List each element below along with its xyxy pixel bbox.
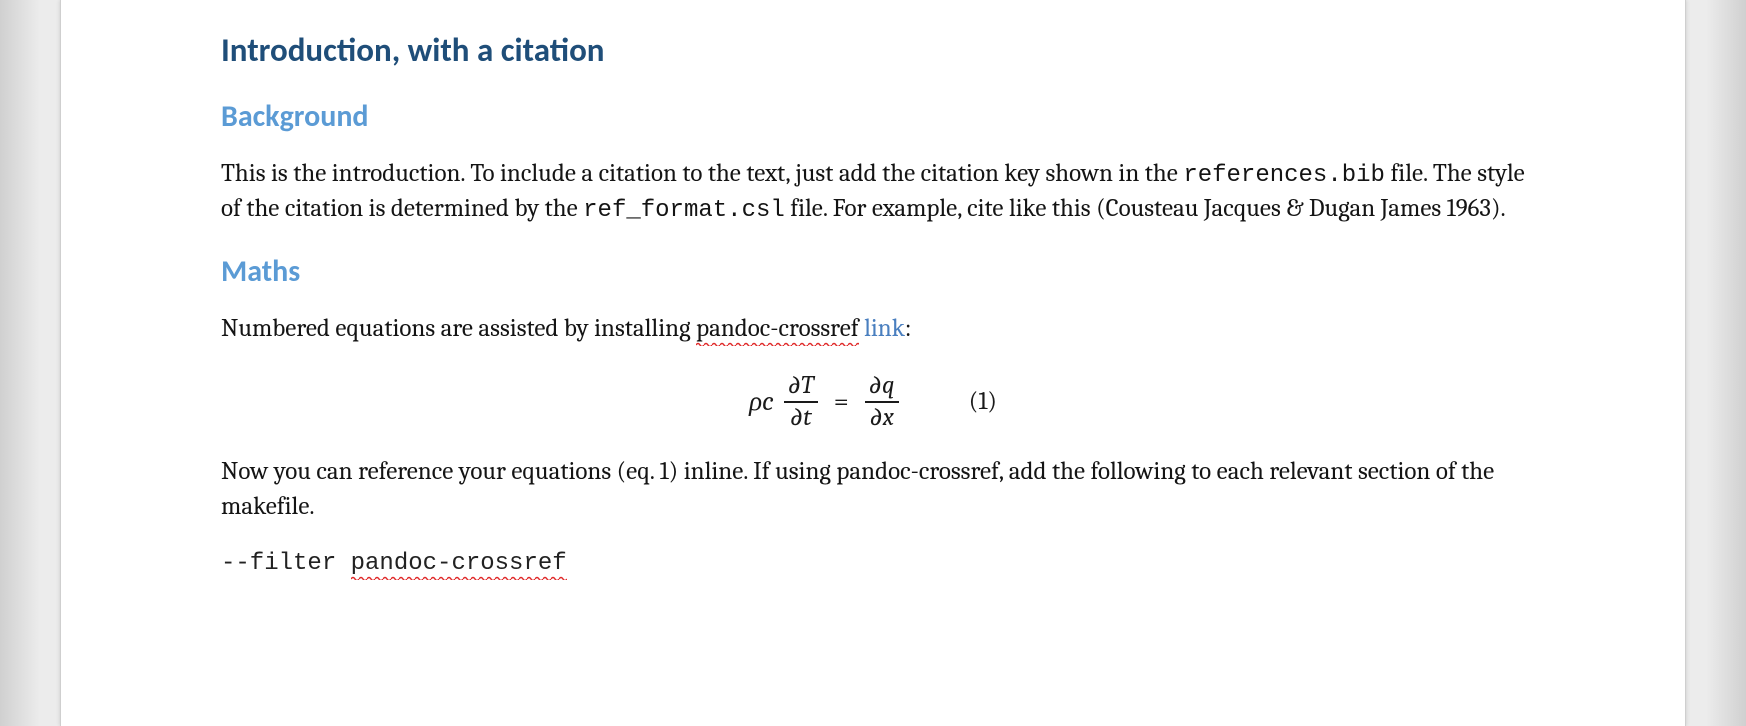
text-run: This is the introduction. To include a c…: [221, 159, 1183, 188]
heading-2-background: Background: [221, 98, 1525, 135]
eq-frac1-num: ∂T: [784, 373, 818, 399]
document-page: Introduction, with a citation Background…: [60, 0, 1686, 726]
equation-number: (1): [969, 387, 997, 416]
eq-frac1-den: ∂t: [786, 405, 816, 431]
code-filename-references: references.bib: [1183, 162, 1385, 189]
text-run: Numbered equations are assisted by insta…: [221, 314, 696, 343]
text-run: :: [905, 314, 912, 343]
paragraph-maths-followup: Now you can reference your equations (eq…: [221, 455, 1525, 524]
eq-frac2-num: ∂q: [865, 373, 899, 399]
paragraph-maths-intro: Numbered equations are assisted by insta…: [221, 312, 1525, 347]
eq-fraction-1: ∂T ∂t: [784, 373, 818, 432]
eq-frac2-den: ∂x: [865, 405, 897, 431]
eq-coeff: ρc: [749, 386, 774, 417]
heading-2-maths: Maths: [221, 253, 1525, 290]
app-viewport: Introduction, with a citation Background…: [0, 0, 1746, 726]
heading-1: Introduction, with a citation: [221, 30, 1525, 70]
spellcheck-underline: pandoc-crossref: [696, 314, 858, 346]
paragraph-background: This is the introduction. To include a c…: [221, 157, 1525, 227]
eq-fraction-2: ∂q ∂x: [865, 373, 899, 432]
equation-block: ρc ∂T ∂t = ∂q ∂x (1): [221, 373, 1525, 432]
hyperlink[interactable]: link: [864, 314, 905, 343]
code-filename-refformat: ref_format.csl: [583, 197, 785, 224]
text-run: file. For example, cite like this (Coust…: [785, 194, 1506, 223]
equation: ρc ∂T ∂t = ∂q ∂x: [749, 373, 899, 432]
eq-equals: =: [828, 386, 855, 417]
code-prefix: --filter: [221, 550, 351, 577]
spellcheck-underline: pandoc-crossref: [351, 550, 567, 580]
code-line: --filter pandoc-crossref: [221, 550, 1525, 577]
